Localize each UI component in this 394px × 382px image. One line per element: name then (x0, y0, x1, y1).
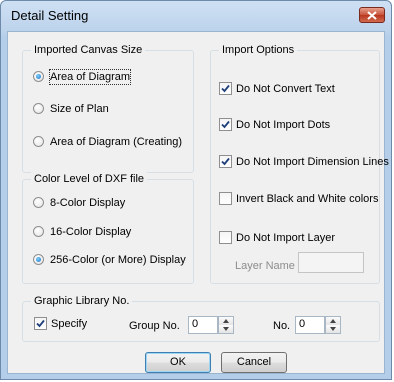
spin-down-button[interactable] (326, 325, 340, 333)
checkbox-checked[interactable] (219, 82, 232, 95)
checkmark-icon (221, 84, 230, 93)
ok-button[interactable]: OK (145, 352, 211, 373)
radio-label: Area of Diagram (48, 69, 132, 85)
checkbox-label: Do Not Import Dimension Lines (236, 156, 389, 168)
checkmark-icon (36, 319, 45, 328)
radio-label: 256-Color (or More) Display (50, 254, 186, 266)
checkbox-label: Invert Black and White colors (236, 193, 379, 205)
radio-button[interactable] (33, 226, 44, 237)
radio-label: 16-Color Display (50, 226, 132, 238)
checkmark-icon (221, 157, 230, 166)
checkbox-checked[interactable] (34, 317, 47, 330)
radio-button[interactable] (33, 197, 44, 208)
radio-label: 8-Color Display (50, 197, 126, 209)
checkbox-label: Specify (51, 318, 88, 330)
spin-down-button[interactable] (219, 325, 233, 333)
group-no-label: Group No. (129, 320, 180, 332)
spin-up-button[interactable] (219, 317, 233, 325)
import-options-group-title: Import Options (219, 43, 298, 57)
no-spinner[interactable] (325, 316, 341, 334)
no-label: No. (273, 320, 291, 332)
checkmark-icon (221, 120, 230, 129)
checkbox-checked[interactable] (219, 118, 232, 131)
checkbox[interactable] (219, 192, 232, 205)
checkbox-label: Do Not Convert Text (236, 83, 335, 95)
radio-label: Size of Plan (50, 103, 109, 115)
checkbox[interactable] (219, 231, 232, 244)
spin-down-icon (223, 327, 229, 331)
layer-name-label: Layer Name (235, 260, 295, 272)
spin-up-icon (223, 319, 229, 323)
spin-down-icon (330, 327, 336, 331)
group-no-input[interactable]: 0 (188, 316, 218, 334)
spin-up-button[interactable] (326, 317, 340, 325)
checkbox-checked[interactable] (219, 155, 232, 168)
radio-label: Area of Diagram (Creating) (50, 136, 183, 148)
spin-up-icon (330, 319, 336, 323)
detail-setting-dialog: Detail Setting Imported Canvas Size Area… (0, 0, 392, 380)
graphic-library-group-title: Graphic Library No. (31, 294, 133, 308)
group-no-spinner[interactable] (218, 316, 234, 334)
checkbox-label: Do Not Import Dots (236, 119, 331, 131)
canvas-size-group-title: Imported Canvas Size (31, 43, 146, 57)
radio-button-selected[interactable] (33, 254, 44, 265)
color-level-group-title: Color Level of DXF file (31, 172, 148, 186)
title-bar[interactable]: Detail Setting (1, 1, 391, 31)
radio-button-selected[interactable] (33, 71, 44, 82)
no-input[interactable]: 0 (295, 316, 325, 334)
close-button[interactable] (359, 7, 385, 23)
dialog-body: Imported Canvas Size Area of Diagram Siz… (7, 31, 389, 374)
radio-button[interactable] (33, 136, 44, 147)
checkbox-label: Do Not Import Layer (236, 232, 336, 244)
layer-name-input[interactable] (298, 252, 364, 273)
cancel-button[interactable]: Cancel (221, 352, 287, 373)
radio-button[interactable] (33, 103, 44, 114)
close-icon (367, 11, 377, 20)
dialog-title: Detail Setting (11, 8, 89, 23)
